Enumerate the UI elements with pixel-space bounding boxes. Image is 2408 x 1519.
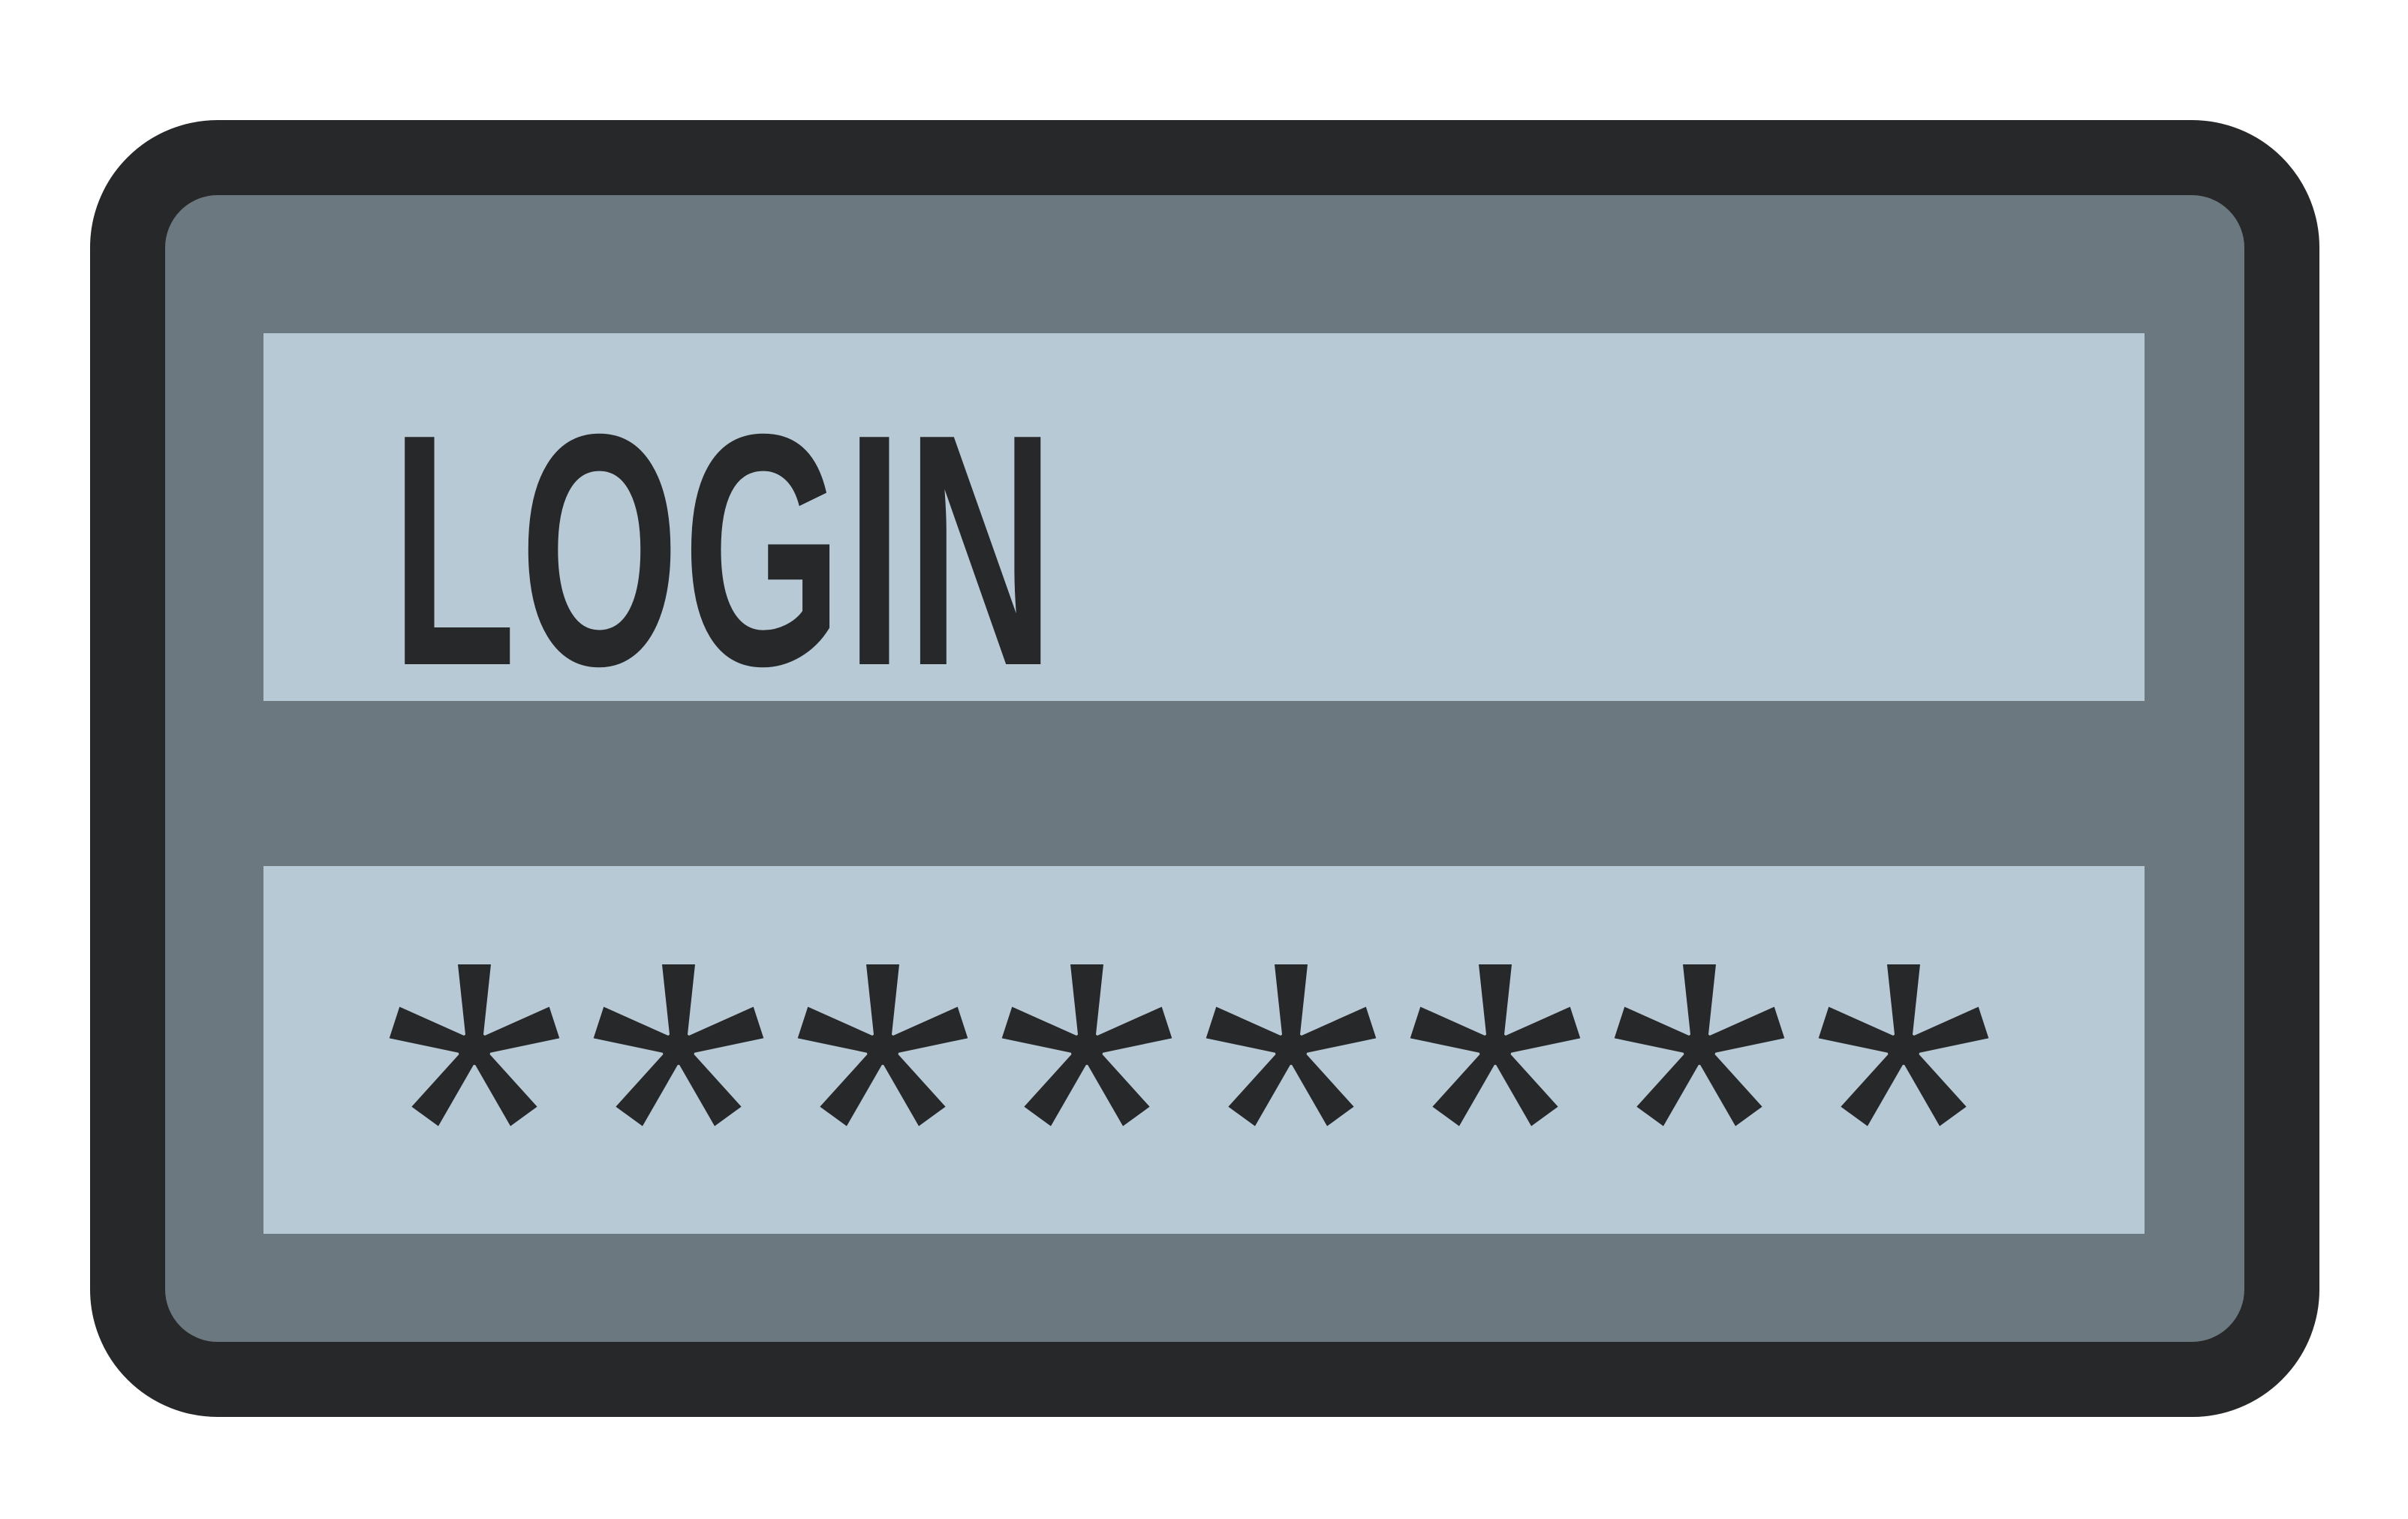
asterisk-icon bbox=[593, 964, 764, 1126]
asterisk-icon bbox=[1614, 964, 1785, 1126]
asterisk-icon bbox=[389, 964, 560, 1126]
username-field[interactable]: LOGIN bbox=[263, 333, 2145, 716]
username-value: LOGIN bbox=[391, 366, 1058, 735]
password-mask bbox=[387, 960, 2039, 1132]
password-field[interactable] bbox=[263, 866, 2145, 1234]
asterisk-icon bbox=[1410, 964, 1581, 1126]
asterisk-icon bbox=[1818, 964, 1989, 1126]
asterisk-icon bbox=[1206, 964, 1377, 1126]
asterisk-icon bbox=[797, 964, 968, 1126]
asterisk-icon bbox=[1001, 964, 1172, 1126]
